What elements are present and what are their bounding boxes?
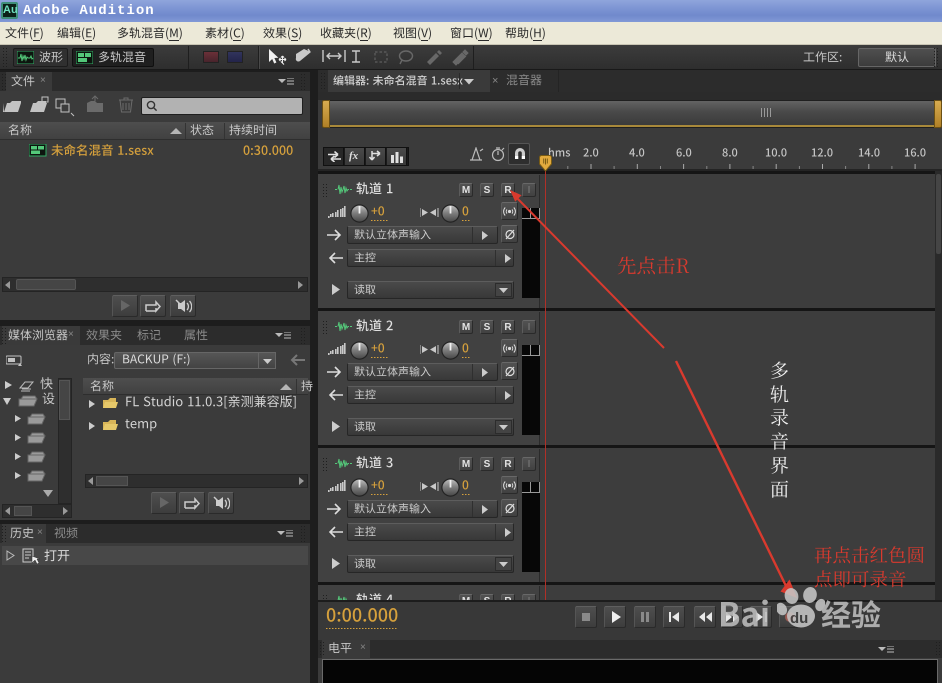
svg-text:du: du — [790, 610, 808, 627]
